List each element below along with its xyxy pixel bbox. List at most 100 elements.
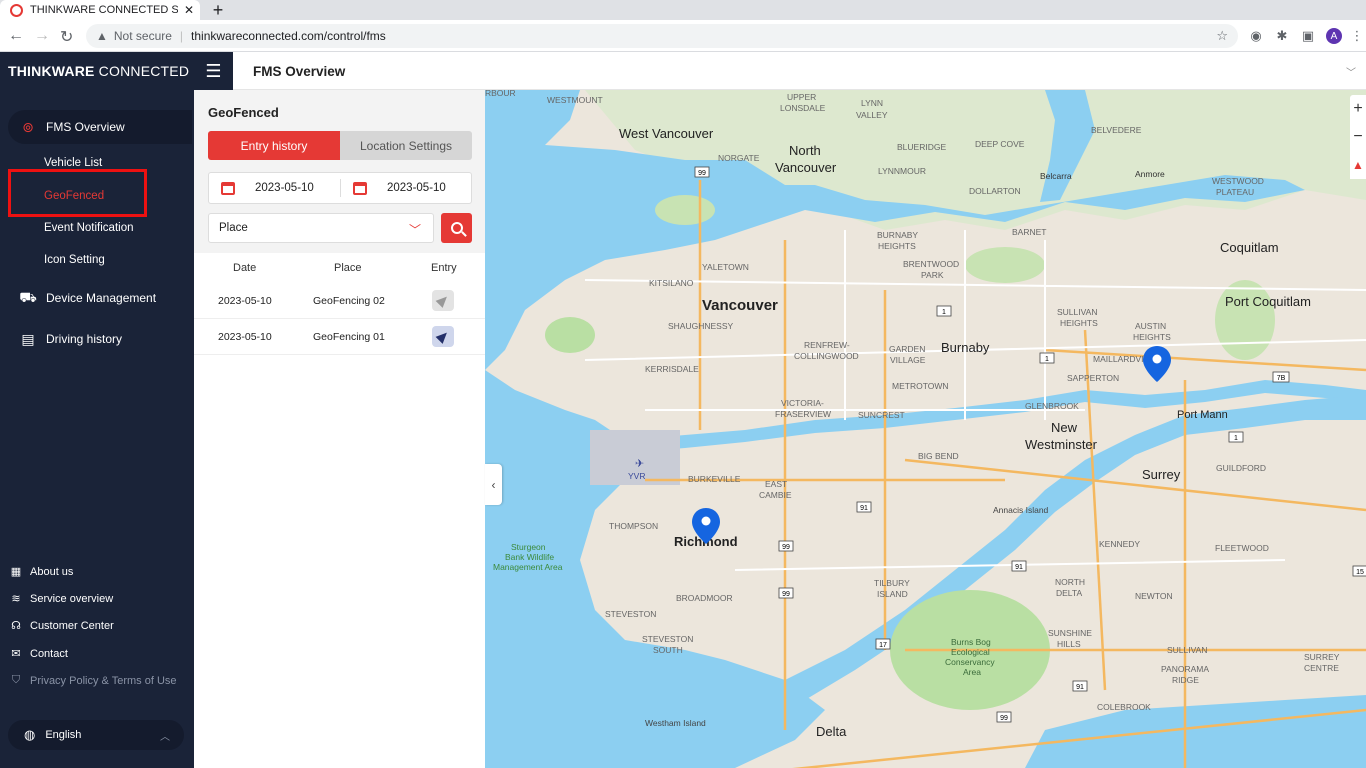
svg-text:BLUERIDGE: BLUERIDGE <box>897 142 946 152</box>
svg-text:RENFREW-: RENFREW- <box>804 340 850 350</box>
end-date-field[interactable]: 2023-05-10 <box>353 173 446 203</box>
search-button[interactable] <box>441 213 472 243</box>
svg-text:BELVEDERE: BELVEDERE <box>1091 125 1142 135</box>
svg-text:SAPPERTON: SAPPERTON <box>1067 373 1119 383</box>
svg-text:SOUTH: SOUTH <box>653 645 683 655</box>
svg-text:Burns Bog: Burns Bog <box>951 637 991 647</box>
sidebar-subitem-vehicle-list[interactable]: Vehicle List <box>44 157 102 169</box>
browser-tab[interactable]: THINKWARE CONNECTED Service ✕ <box>0 0 200 20</box>
collapse-panel-button[interactable]: ‹ <box>485 464 502 505</box>
footer-customer-center[interactable]: ☊ Customer Center <box>10 619 114 633</box>
svg-text:Annacis Island: Annacis Island <box>993 505 1049 515</box>
svg-text:Anmore: Anmore <box>1135 169 1165 179</box>
svg-text:LONSDALE: LONSDALE <box>780 103 826 113</box>
svg-text:7B: 7B <box>1277 375 1286 382</box>
svg-text:GARDEN: GARDEN <box>889 344 925 354</box>
footer-privacy-policy[interactable]: ⛉ Privacy Policy & Terms of Use <box>10 674 177 687</box>
sidebar-subitem-event-notification[interactable]: Event Notification <box>44 222 134 234</box>
table-row[interactable]: 2023-05-10 GeoFencing 01 <box>194 319 485 355</box>
svg-text:HILLS: HILLS <box>1057 639 1081 649</box>
footer-contact[interactable]: ✉ Contact <box>10 647 68 661</box>
svg-text:KERRISDALE: KERRISDALE <box>645 364 699 374</box>
sidepanel-icon[interactable]: ▣ <box>1300 28 1316 44</box>
svg-text:Westham Island: Westham Island <box>645 718 706 728</box>
svg-text:HEIGHTS: HEIGHTS <box>1133 332 1171 342</box>
menu-kebab-icon[interactable]: ⋮ <box>1351 28 1364 44</box>
svg-text:SUNSHINE: SUNSHINE <box>1048 628 1092 638</box>
profile-avatar[interactable]: A <box>1326 28 1342 44</box>
start-date-field[interactable]: 2023-05-10 <box>221 173 314 203</box>
chevron-down-icon[interactable]: ﹀ <box>1346 64 1356 79</box>
table-row[interactable]: 2023-05-10 GeoFencing 02 <box>194 283 485 319</box>
svg-text:BURNABY: BURNABY <box>877 230 918 240</box>
tab-close-button[interactable]: ✕ <box>184 3 194 17</box>
globe-icon: ◍ <box>24 727 36 742</box>
sidebar-subitem-icon-setting[interactable]: Icon Setting <box>44 254 105 266</box>
svg-text:YALETOWN: YALETOWN <box>702 262 749 272</box>
svg-text:WESTMOUNT: WESTMOUNT <box>547 95 603 105</box>
map-view[interactable]: West Vancouver North Vancouver Vancouver… <box>485 90 1366 768</box>
svg-text:DOLLARTON: DOLLARTON <box>969 186 1021 196</box>
svg-text:Sturgeon: Sturgeon <box>511 542 546 552</box>
svg-text:99: 99 <box>782 591 790 598</box>
svg-text:North: North <box>789 143 821 158</box>
car-icon: ⛟ <box>19 288 37 305</box>
url-input[interactable]: ▲ Not secure | thinkwareconnected.com/co… <box>86 24 1238 48</box>
svg-text:YVR: YVR <box>628 471 645 481</box>
svg-text:METROTOWN: METROTOWN <box>892 381 949 391</box>
svg-text:99: 99 <box>782 544 790 551</box>
sidebar-item-driving-history[interactable]: ▤ Driving history <box>8 322 192 356</box>
svg-text:Delta: Delta <box>816 724 847 739</box>
svg-text:NORTH: NORTH <box>1055 577 1085 587</box>
headset-icon: ☊ <box>11 620 21 632</box>
forward-arrow-icon[interactable]: → <box>34 27 50 45</box>
chevron-up-icon: ︿ <box>160 731 170 743</box>
navigation-arrow-icon[interactable] <box>432 326 454 347</box>
map-canvas[interactable]: West Vancouver North Vancouver Vancouver… <box>485 90 1366 768</box>
row-place: GeoFencing 02 <box>313 295 385 307</box>
sidebar-item-device-management[interactable]: ⛟ Device Management <box>8 281 192 315</box>
new-tab-button[interactable]: + <box>206 0 230 20</box>
reload-icon[interactable]: ↻ <box>60 27 73 47</box>
highlight-box <box>8 169 147 217</box>
extension-icon[interactable]: ◉ <box>1248 28 1264 44</box>
svg-text:Ecological: Ecological <box>951 647 990 657</box>
svg-text:BROADMOOR: BROADMOOR <box>676 593 733 603</box>
row-date: 2023-05-10 <box>218 331 272 343</box>
tab-entry-history[interactable]: Entry history <box>208 131 340 160</box>
zoom-out-button[interactable]: − <box>1350 123 1366 151</box>
date-range-picker: 2023-05-10 2023-05-10 <box>208 172 472 204</box>
bookmark-star-icon[interactable]: ☆ <box>1216 28 1228 44</box>
url-text: thinkwareconnected.com/control/fms <box>191 29 386 43</box>
location-pin-icon: ⊚ <box>22 118 34 135</box>
svg-text:99: 99 <box>1000 715 1008 722</box>
svg-text:CENTRE: CENTRE <box>1304 663 1339 673</box>
svg-text:HEIGHTS: HEIGHTS <box>1060 318 1098 328</box>
navigation-arrow-icon[interactable] <box>432 290 454 311</box>
thinkware-logo[interactable]: THINKWARE CONNECTED <box>8 63 189 79</box>
document-icon: ▤ <box>21 330 35 347</box>
hamburger-menu-icon[interactable]: ☰ <box>194 52 233 90</box>
back-arrow-icon[interactable]: ← <box>8 27 24 45</box>
puzzle-icon[interactable]: ✱ <box>1274 28 1290 44</box>
place-select[interactable]: Place ﹀ <box>208 213 434 243</box>
tab-location-settings[interactable]: Location Settings <box>340 131 472 160</box>
sidebar-item-fms-overview[interactable]: ⊚ FMS Overview <box>8 110 192 144</box>
page-header: FMS Overview ﹀ <box>233 52 1366 90</box>
svg-text:WESTWOOD: WESTWOOD <box>1212 176 1264 186</box>
panel-title: GeoFenced <box>208 105 279 120</box>
building-icon: ▦ <box>10 566 22 578</box>
svg-text:COLLINGWOOD: COLLINGWOOD <box>794 351 859 361</box>
svg-text:New: New <box>1051 420 1078 435</box>
zoom-in-button[interactable]: + <box>1350 95 1366 123</box>
svg-text:COLEBROOK: COLEBROOK <box>1097 702 1151 712</box>
svg-text:Westminster: Westminster <box>1025 437 1098 452</box>
svg-text:VALLEY: VALLEY <box>856 110 888 120</box>
language-selector[interactable]: ◍ English ︿ <box>8 720 184 750</box>
svg-text:FRASERVIEW: FRASERVIEW <box>775 409 831 419</box>
svg-text:UPPER: UPPER <box>787 92 816 102</box>
calendar-icon <box>353 181 367 195</box>
footer-about-us[interactable]: ▦ About us <box>10 565 74 579</box>
compass-icon[interactable]: ▲ <box>1350 151 1366 179</box>
footer-service-overview[interactable]: ≋ Service overview <box>10 592 113 606</box>
